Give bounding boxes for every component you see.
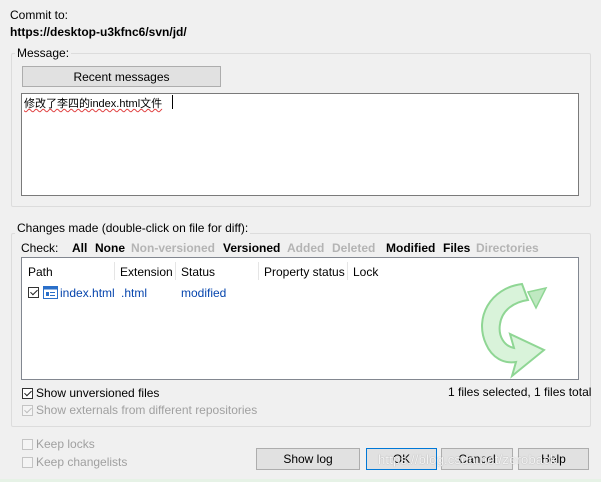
keep-locks-label: Keep locks — [36, 437, 95, 451]
column-separator — [258, 262, 259, 280]
filter-deleted: Deleted — [332, 241, 376, 255]
message-group-label: Message: — [15, 46, 72, 60]
row-status: modified — [181, 286, 227, 300]
text-caret — [172, 95, 173, 109]
watermark-text: https://blog.csdn.net/zeroback — [378, 452, 557, 467]
column-separator — [175, 262, 176, 280]
show-unversioned-checkbox[interactable] — [22, 388, 33, 399]
filter-versioned[interactable]: Versioned — [223, 241, 280, 255]
column-property-status[interactable]: Property status — [264, 265, 345, 279]
recent-messages-button[interactable]: Recent messages — [22, 66, 221, 87]
keep-locks-checkbox — [22, 439, 33, 450]
show-unversioned-label: Show unversioned files — [36, 386, 160, 400]
column-lock[interactable]: Lock — [353, 265, 378, 279]
check-label: Check: — [21, 241, 59, 255]
column-extension[interactable]: Extension — [120, 265, 173, 279]
row-path: index.html — [60, 286, 115, 300]
changes-group-label: Changes made (double-click on file for d… — [15, 221, 251, 235]
selection-summary: 1 files selected, 1 files total — [448, 385, 592, 399]
commit-url: https://desktop-u3kfnc6/svn/jd/ — [10, 25, 187, 39]
show-externals-checkbox — [22, 405, 33, 416]
filter-all[interactable]: All — [72, 241, 87, 255]
column-status[interactable]: Status — [181, 265, 215, 279]
filter-modified[interactable]: Modified — [386, 241, 435, 255]
html-file-icon — [43, 286, 58, 299]
message-textarea[interactable]: 修改了李四的index.html文件 — [21, 93, 579, 196]
filter-files[interactable]: Files — [443, 241, 470, 255]
filter-none[interactable]: None — [95, 241, 125, 255]
column-separator — [347, 262, 348, 280]
column-separator — [114, 262, 115, 280]
keep-changelists-checkbox — [22, 457, 33, 468]
show-externals-label: Show externals from different repositori… — [36, 403, 258, 417]
row-extension: .html — [121, 286, 148, 300]
tortoise-logo-icon — [481, 282, 548, 379]
filter-added: Added — [287, 241, 325, 255]
filter-directories: Directories — [476, 241, 539, 255]
keep-changelists-label: Keep changelists — [36, 455, 128, 469]
row-checkbox[interactable] — [28, 287, 39, 298]
commit-to-label: Commit to: — [10, 8, 69, 22]
filter-non-versioned: Non-versioned — [131, 241, 216, 255]
column-path[interactable]: Path — [28, 265, 53, 279]
message-text: 修改了李四的index.html文件 — [24, 98, 163, 110]
show-log-button[interactable]: Show log — [256, 448, 360, 470]
